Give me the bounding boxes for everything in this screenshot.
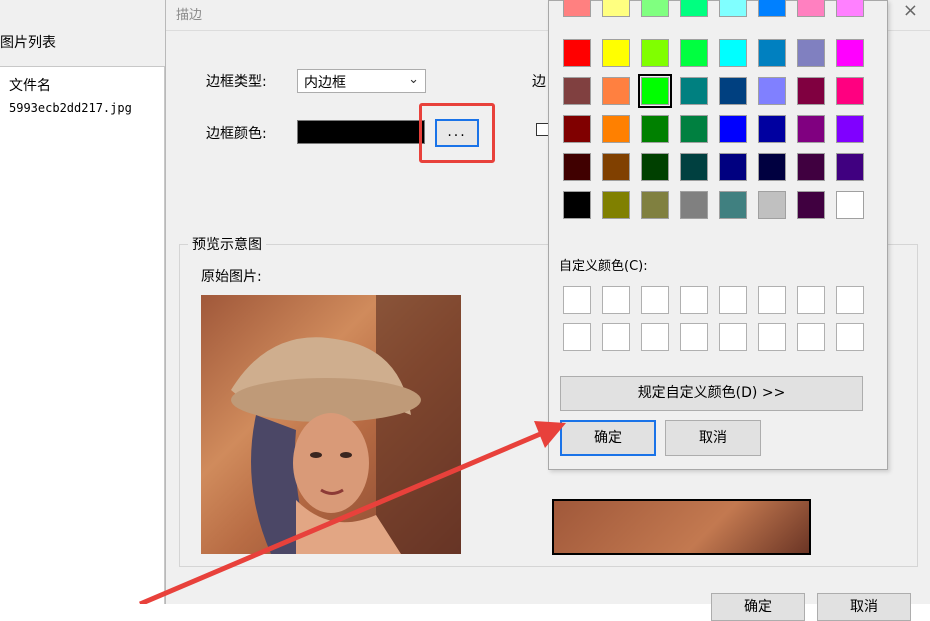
color-swatch[interactable] xyxy=(719,153,747,181)
custom-color-slot[interactable] xyxy=(563,286,591,314)
color-swatch[interactable] xyxy=(602,191,630,219)
original-image xyxy=(201,295,461,554)
custom-color-slot[interactable] xyxy=(602,323,630,351)
border-type-value: 内边框 xyxy=(304,75,346,91)
color-swatch[interactable] xyxy=(797,77,825,105)
color-swatch[interactable] xyxy=(836,39,864,67)
color-swatch[interactable] xyxy=(758,153,786,181)
color-swatch[interactable] xyxy=(797,115,825,143)
color-swatch[interactable] xyxy=(680,191,708,219)
color-swatch[interactable] xyxy=(680,39,708,67)
custom-color-slot[interactable] xyxy=(641,323,669,351)
color-swatch[interactable] xyxy=(602,0,630,17)
color-swatch[interactable] xyxy=(797,153,825,181)
portrait-image xyxy=(231,295,461,554)
border-color-swatch xyxy=(297,120,425,144)
border-color-label: 边框颜色: xyxy=(206,126,267,142)
color-swatch[interactable] xyxy=(758,115,786,143)
color-swatch[interactable] xyxy=(836,191,864,219)
color-swatch[interactable] xyxy=(563,0,591,17)
color-swatch[interactable] xyxy=(719,115,747,143)
filename-column-header[interactable]: 文件名 xyxy=(9,75,51,95)
color-swatch[interactable] xyxy=(563,115,591,143)
right-option-label: 边 xyxy=(532,74,546,90)
color-swatch[interactable] xyxy=(602,39,630,67)
custom-color-slot[interactable] xyxy=(719,286,747,314)
color-swatch[interactable] xyxy=(680,0,708,17)
define-custom-color-button[interactable]: 规定自定义颜色(D) >> xyxy=(560,376,863,411)
custom-color-slot[interactable] xyxy=(758,286,786,314)
preview-title: 预览示意图 xyxy=(188,234,266,254)
custom-color-slot[interactable] xyxy=(797,323,825,351)
color-swatch[interactable] xyxy=(719,191,747,219)
color-swatch[interactable] xyxy=(758,39,786,67)
color-swatch[interactable] xyxy=(641,39,669,67)
color-swatch[interactable] xyxy=(563,77,591,105)
custom-color-slot[interactable] xyxy=(602,286,630,314)
custom-color-slot[interactable] xyxy=(836,323,864,351)
custom-color-slot[interactable] xyxy=(641,286,669,314)
ok-button[interactable]: 确定 xyxy=(711,593,805,621)
border-type-select[interactable]: 内边框 ⌄ xyxy=(297,69,426,93)
custom-colors-label: 自定义颜色(C): xyxy=(559,259,648,274)
color-swatch[interactable] xyxy=(758,191,786,219)
chevron-down-icon: ⌄ xyxy=(408,72,419,87)
original-image-label: 原始图片: xyxy=(201,269,262,285)
color-swatch[interactable] xyxy=(836,77,864,105)
color-swatch[interactable] xyxy=(602,115,630,143)
custom-color-slot[interactable] xyxy=(797,286,825,314)
color-swatch[interactable] xyxy=(563,191,591,219)
file-list: 文件名 5993ecb2dd217.jpg xyxy=(0,66,165,604)
list-item[interactable]: 5993ecb2dd217.jpg xyxy=(9,101,132,115)
color-swatch[interactable] xyxy=(758,0,786,17)
color-swatch[interactable] xyxy=(680,115,708,143)
custom-color-slot[interactable] xyxy=(719,323,747,351)
dialog-title: 描边 xyxy=(176,8,203,23)
left-pane: 图片列表 文件名 5993ecb2dd217.jpg xyxy=(0,0,165,604)
color-swatch[interactable] xyxy=(638,74,672,108)
custom-color-slot[interactable] xyxy=(680,323,708,351)
color-swatch[interactable] xyxy=(602,153,630,181)
custom-color-slot[interactable] xyxy=(836,286,864,314)
color-swatch[interactable] xyxy=(641,0,669,17)
color-swatch[interactable] xyxy=(797,39,825,67)
color-swatch[interactable] xyxy=(836,0,864,17)
color-swatch[interactable] xyxy=(641,153,669,181)
color-swatch[interactable] xyxy=(680,77,708,105)
close-icon[interactable]: × xyxy=(903,0,918,21)
color-swatch[interactable] xyxy=(563,39,591,67)
color-swatch[interactable] xyxy=(563,153,591,181)
color-swatch[interactable] xyxy=(797,0,825,17)
color-swatch[interactable] xyxy=(719,0,747,17)
color-swatch[interactable] xyxy=(602,77,630,105)
color-picker-dialog: 自定义颜色(C): 规定自定义颜色(D) >> 确定 取消 xyxy=(548,0,888,470)
color-swatch[interactable] xyxy=(836,153,864,181)
result-preview-image xyxy=(552,499,811,555)
color-swatch[interactable] xyxy=(641,191,669,219)
color-swatch[interactable] xyxy=(836,115,864,143)
custom-color-slot[interactable] xyxy=(563,323,591,351)
color-swatch[interactable] xyxy=(758,77,786,105)
color-swatch[interactable] xyxy=(797,191,825,219)
image-list-title: 图片列表 xyxy=(0,35,56,51)
annotation-highlight-box xyxy=(419,103,495,163)
custom-color-slot[interactable] xyxy=(758,323,786,351)
border-type-label: 边框类型: xyxy=(206,74,267,90)
color-swatch[interactable] xyxy=(641,115,669,143)
picker-cancel-button[interactable]: 取消 xyxy=(665,420,761,456)
color-swatch[interactable] xyxy=(719,77,747,105)
cancel-button[interactable]: 取消 xyxy=(817,593,911,621)
color-swatch[interactable] xyxy=(680,153,708,181)
custom-color-slot[interactable] xyxy=(680,286,708,314)
color-swatch[interactable] xyxy=(719,39,747,67)
picker-ok-button[interactable]: 确定 xyxy=(560,420,656,456)
